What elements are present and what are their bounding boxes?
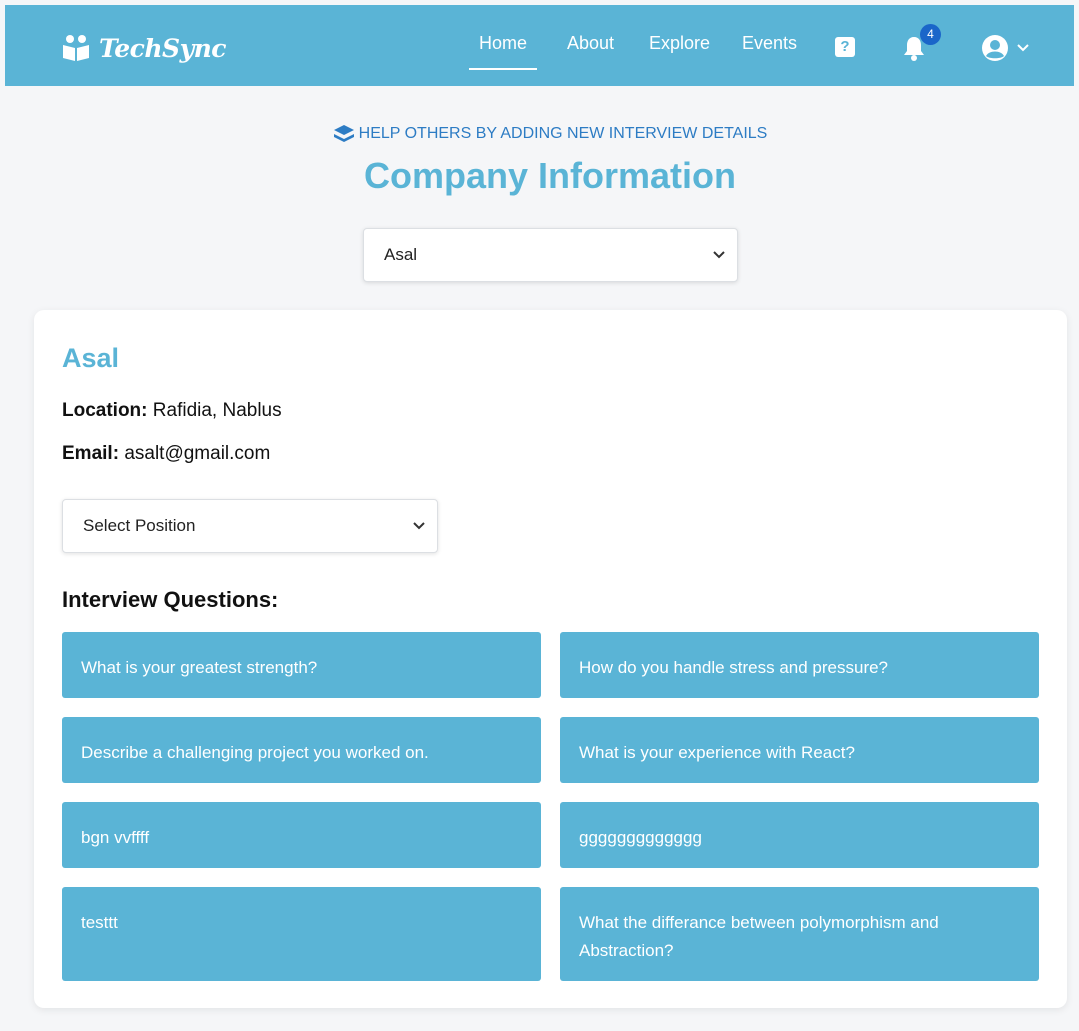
company-card: Asal Location: Rafidia, Nablus Email: as… bbox=[34, 310, 1067, 1008]
user-circle-icon bbox=[982, 35, 1008, 61]
top-navbar: TechSync Home About Explore Events ? 4 bbox=[5, 5, 1074, 86]
question-tile[interactable]: What is your experience with React? bbox=[560, 717, 1039, 783]
notification-badge: 4 bbox=[920, 24, 941, 45]
nav-link-about[interactable]: About bbox=[567, 33, 614, 54]
question-tile[interactable]: What is your greatest strength? bbox=[62, 632, 541, 698]
questions-heading: Interview Questions: bbox=[62, 587, 279, 612]
nav-link-home[interactable]: Home bbox=[468, 33, 538, 70]
nav-link-events[interactable]: Events bbox=[742, 33, 797, 54]
question-tile[interactable]: What the differance between polymorphism… bbox=[560, 887, 1039, 981]
chevron-down-icon bbox=[713, 251, 725, 259]
email-line: Email: asalt@gmail.com bbox=[62, 443, 270, 465]
question-tile[interactable]: bgn vvffff bbox=[62, 802, 541, 868]
brand-logo[interactable]: TechSync bbox=[61, 31, 227, 65]
chevron-down-icon bbox=[413, 522, 425, 530]
company-name: Asal bbox=[62, 343, 120, 373]
company-select-value: Asal bbox=[384, 245, 418, 264]
location-value: Rafidia, Nablus bbox=[152, 400, 282, 421]
page-title: Company Information bbox=[363, 155, 736, 196]
question-tile[interactable]: How do you handle stress and pressure? bbox=[560, 632, 1039, 698]
chevron-down-icon bbox=[1017, 44, 1029, 52]
position-select[interactable]: Select Position bbox=[62, 499, 438, 553]
nav-link-explore[interactable]: Explore bbox=[649, 33, 710, 54]
reader-icon bbox=[63, 35, 89, 61]
question-tile[interactable]: ggggggggggggg bbox=[560, 802, 1039, 868]
email-value: asalt@gmail.com bbox=[124, 443, 271, 464]
position-select-value: Select Position bbox=[83, 516, 196, 535]
location-label: Location: bbox=[62, 400, 148, 421]
location-line: Location: Rafidia, Nablus bbox=[62, 400, 282, 422]
brand-name: TechSync bbox=[99, 33, 227, 63]
question-tile[interactable]: testtt bbox=[62, 887, 541, 981]
user-menu[interactable] bbox=[981, 34, 1029, 62]
help-text: HELP OTHERS BY ADDING NEW INTERVIEW DETA… bbox=[358, 125, 768, 142]
question-tile[interactable]: Describe a challenging project you worke… bbox=[62, 717, 541, 783]
email-label: Email: bbox=[62, 443, 120, 464]
company-select[interactable]: Asal bbox=[363, 228, 738, 282]
help-banner[interactable]: HELP OTHERS BY ADDING NEW INTERVIEW DETA… bbox=[0, 124, 1079, 144]
question-square-icon[interactable]: ? bbox=[835, 37, 855, 57]
layers-icon bbox=[333, 125, 354, 142]
